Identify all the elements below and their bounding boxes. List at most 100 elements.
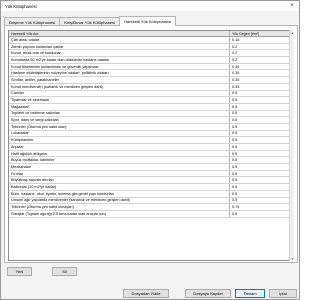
- window-title: Yük Kütüphanesi: [5, 3, 37, 9]
- load-value-cell[interactable]: 0.5: [230, 104, 290, 110]
- load-value-cell[interactable]: 0.5: [230, 144, 290, 150]
- load-value-cell[interactable]: 0.35: [230, 77, 290, 83]
- load-name-cell[interactable]: Büro, hastane, okul, tiyatro, sinema gib…: [9, 190, 230, 197]
- load-value-cell[interactable]: 0.5: [230, 97, 290, 103]
- load-value-cell[interactable]: 0.5: [230, 137, 290, 143]
- load-name-cell[interactable]: Kütüphaneler: [9, 137, 230, 143]
- load-value-cell[interactable]: 0.5: [230, 157, 290, 163]
- load-name-cell[interactable]: Çatı arası odalar: [9, 37, 230, 43]
- ok-button[interactable]: Tamam: [235, 289, 265, 298]
- table-row[interactable]: Büro, hastane, okul, tiyatro, sinema gib…: [9, 190, 290, 198]
- load-value-cell[interactable]: 0.5: [230, 171, 290, 177]
- load-name-cell[interactable]: Tribünler (Oturma yeri sabit olan): [9, 123, 230, 130]
- column-header-value[interactable]: Yük Değeri [t/m²]: [230, 31, 290, 36]
- table-row[interactable]: Mağazalar 0.5: [9, 103, 290, 111]
- load-name-cell[interactable]: Konut merdivenleri (saharlık ve merdiven…: [9, 83, 230, 90]
- load-from-file-button[interactable]: Dosyadan Yükle: [123, 289, 169, 298]
- load-value-cell[interactable]: 0.35: [230, 70, 290, 76]
- table-body: Çatı arası odalar 0.15 Zemin yapının kulla…: [9, 37, 290, 218]
- load-name-cell[interactable]: Umumi ağır yapılarda merdivenler (sahanl…: [9, 197, 230, 204]
- load-value-cell[interactable]: 0.5: [230, 191, 290, 197]
- delete-button[interactable]: Sil: [52, 267, 77, 276]
- load-name-cell[interactable]: Hastane müfettişlerinin müzeyine odaları…: [9, 70, 230, 77]
- load-name-cell[interactable]: Mağazalar: [9, 103, 230, 110]
- live-load-table: Hareketli Yük Adı Yük Değeri [t/m²] Çatı…: [8, 30, 291, 261]
- table-row[interactable]: Balkonlar (10 m2'ye kadar) 0.5: [9, 184, 290, 191]
- table-row[interactable]: Toplantı ve bekleme salonları 0.5: [9, 110, 290, 118]
- load-name-cell[interactable]: Konut, teras oda ve koridorlar: [9, 50, 230, 57]
- load-name-cell[interactable]: Sınıflar, anfiler, yatakhaneler: [9, 77, 230, 83]
- load-name-cell[interactable]: Arşivler: [9, 144, 230, 150]
- table-row[interactable]: Zemin yapının kullanılan çatılar 0.2: [9, 43, 290, 51]
- table-row[interactable]: Mezbahalar 0.5: [9, 164, 290, 171]
- load-value-cell[interactable]: 0.15: [230, 37, 290, 43]
- table-row[interactable]: Arşivler 0.5: [9, 144, 290, 151]
- load-name-cell[interactable]: Zemin yapının kullanılan çatılar: [9, 43, 230, 50]
- table-row[interactable]: Konut tüketiminin kullanılması ve güvenl…: [9, 63, 290, 71]
- table-row[interactable]: Tribünler (Oturma yeri sabit olmayan) 0.7…: [9, 204, 290, 211]
- table-row[interactable]: Sınıflar, anfiler, yatakhaneler 0.35: [9, 77, 290, 84]
- table-row[interactable]: Hafif ağırlıklı atölyeler 0.5: [9, 150, 290, 158]
- table-row[interactable]: Umumi ağır yapılarda merdivenler (sahanl…: [9, 197, 290, 205]
- table-row[interactable]: Konut, teras oda ve koridorlar 0.2: [9, 50, 290, 58]
- table-row[interactable]: Büyükbaş hayvan ahırları 0.5: [9, 177, 290, 185]
- vertical-scrollbar[interactable]: ▲ ▼: [289, 30, 294, 261]
- title-bar: Yük Kütüphanesi ×: [1, 1, 299, 11]
- load-value-cell[interactable]: 0.75: [230, 204, 290, 210]
- table-row[interactable]: Garajlar (Toplam ağırlığı 2.5 tona kadar…: [9, 210, 290, 218]
- load-name-cell[interactable]: Büyükbaş hayvan ahırları: [9, 177, 230, 184]
- save-to-file-button[interactable]: Dosyaya Kaydet: [185, 289, 231, 298]
- load-value-cell[interactable]: 0.5: [230, 164, 290, 170]
- table-row[interactable]: Lokantalar 0.5: [9, 130, 290, 138]
- table-row[interactable]: Konut merdivenleri (saharlık ve merdiven…: [9, 83, 290, 91]
- load-name-cell[interactable]: Tiyatrolar ve sinemalar: [9, 97, 230, 103]
- load-name-cell[interactable]: Garajlar (Toplam ağırlığı 2.5 tona kadar…: [9, 210, 230, 217]
- load-value-cell[interactable]: 0.5: [230, 124, 290, 130]
- scroll-up-icon[interactable]: ▲: [290, 30, 295, 35]
- load-value-cell[interactable]: 0.5: [230, 91, 290, 97]
- tab-live-loads[interactable]: Hareketli Yük Kütüphanesi: [119, 16, 177, 26]
- load-name-cell[interactable]: Büyük mutfaklar, kantinler: [9, 157, 230, 164]
- scroll-down-icon[interactable]: ▼: [290, 256, 295, 261]
- table-row[interactable]: Çatı arası odalar 0.15: [9, 37, 290, 44]
- load-value-cell[interactable]: 0.5: [230, 151, 290, 157]
- cancel-button[interactable]: İptal: [269, 289, 297, 298]
- load-value-cell[interactable]: 0.5: [230, 198, 290, 204]
- load-value-cell[interactable]: 0.2: [230, 50, 290, 56]
- load-name-cell[interactable]: Camiler: [9, 90, 230, 97]
- load-name-cell[interactable]: Konutlarda 50 m2'ye kadar olan dükkanlar…: [9, 57, 230, 63]
- load-name-cell[interactable]: Spor, dans ve sergi salonları: [9, 117, 230, 123]
- load-value-cell[interactable]: 0.2: [230, 57, 290, 63]
- table-row[interactable]: Camiler 0.5: [9, 90, 290, 98]
- close-icon[interactable]: ×: [285, 1, 299, 11]
- load-value-cell[interactable]: 0.5: [230, 184, 290, 190]
- load-name-cell[interactable]: Konut tüketiminin kullanılması ve güvenl…: [9, 63, 230, 70]
- load-name-cell[interactable]: Lokantalar: [9, 130, 230, 137]
- load-value-cell[interactable]: 0.5: [230, 131, 290, 137]
- load-name-cell[interactable]: Toplantı ve bekleme salonları: [9, 110, 230, 117]
- table-row[interactable]: Tiyatrolar ve sinemalar 0.5: [9, 97, 290, 104]
- tab-panel: Hareketli Yük Adı Yük Değeri [t/m²] Çatı…: [4, 25, 298, 263]
- table-row[interactable]: Büyük mutfaklar, kantinler 0.5: [9, 157, 290, 165]
- table-row[interactable]: Spor, dans ve sergi salonları 0.5: [9, 117, 290, 124]
- load-value-cell[interactable]: 0.5: [230, 211, 290, 217]
- column-header-name[interactable]: Hareketli Yük Adı: [9, 31, 230, 36]
- load-value-cell[interactable]: 0.35: [230, 64, 290, 70]
- load-name-cell[interactable]: Hafif ağırlıklı atölyeler: [9, 150, 230, 157]
- load-name-cell[interactable]: Fırınlar: [9, 170, 230, 177]
- load-value-cell[interactable]: 0.5: [230, 111, 290, 117]
- table-row[interactable]: Tribünler (Oturma yeri sabit olan) 0.5: [9, 123, 290, 131]
- load-value-cell[interactable]: 0.5: [230, 177, 290, 183]
- load-name-cell[interactable]: Mezbahalar: [9, 164, 230, 170]
- table-row[interactable]: Kütüphaneler 0.5: [9, 137, 290, 144]
- load-value-cell[interactable]: 0.5: [230, 117, 290, 123]
- load-value-cell[interactable]: 0.35: [230, 84, 290, 90]
- load-name-cell[interactable]: Tribünler (Oturma yeri sabit olmayan): [9, 204, 230, 210]
- new-button[interactable]: Yeni: [7, 267, 32, 276]
- table-row[interactable]: Hastane müfettişlerinin müzeyine odaları…: [9, 70, 290, 78]
- load-name-cell[interactable]: Balkonlar (10 m2'ye kadar): [9, 184, 230, 190]
- load-library-window: Yük Kütüphanesi × Döşeme Yük Kütüphanesi…: [0, 0, 300, 300]
- load-value-cell[interactable]: 0.2: [230, 44, 290, 50]
- table-row[interactable]: Konutlarda 50 m2'ye kadar olan dükkanlar…: [9, 57, 290, 64]
- table-row[interactable]: Fırınlar 0.5: [9, 170, 290, 178]
